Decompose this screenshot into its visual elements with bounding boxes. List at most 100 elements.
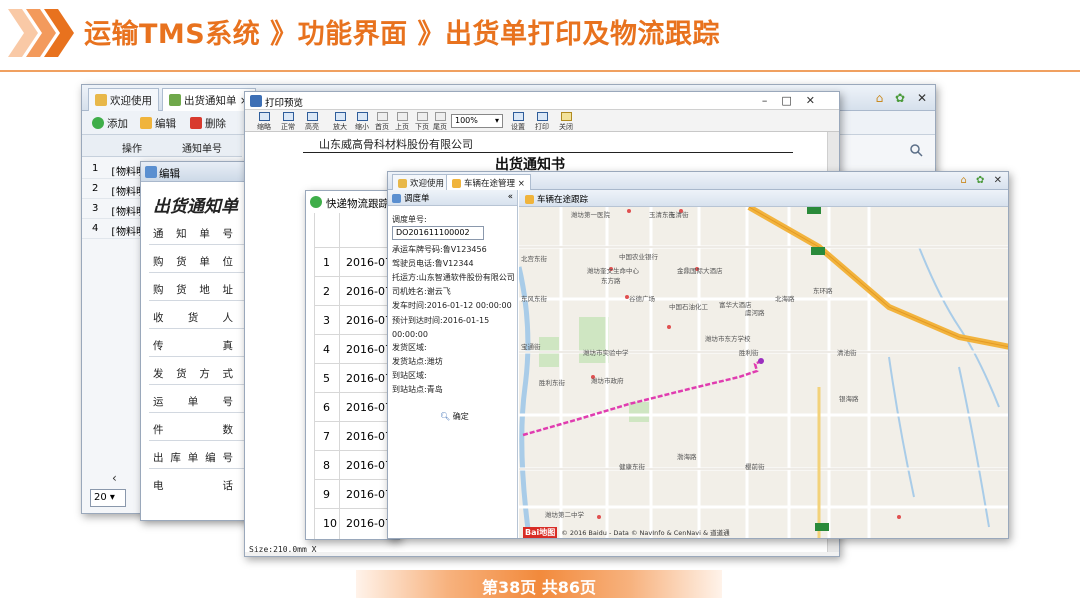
divider [303,152,793,153]
route-map[interactable]: 潍坊第一医院 玉清东街 北宫东街 潍坊奎文生命中心 中国农业银行 金鼎国际大酒店… [519,207,1008,538]
field-label: 件数 [153,424,233,436]
first-page-button[interactable]: 首页 [371,112,393,132]
search-icon[interactable] [909,143,925,157]
delete-button[interactable]: 删除 [190,116,226,131]
add-button[interactable]: 添加 [92,116,128,131]
home-icon[interactable]: ⌂ [876,91,884,105]
map-label: 樱前街 [745,463,765,471]
zoom-out-button[interactable]: 缩小 [351,112,373,132]
express-tracking-window: 快递物流跟踪 1 2016-07- 2 2016-07- 3 2016-07- 4 20… [305,190,400,540]
map-label: 金鼎国际大酒店 [677,267,723,275]
page-number: 第38页 共86页 [481,578,597,597]
map-label: 中国石油化工 [669,303,708,311]
road-shield-icon [807,207,821,214]
close-icon[interactable]: ✕ [917,91,927,105]
zoom-out-icon [356,112,368,121]
field-label: 出库单编号 [153,452,233,464]
map-label: 健康东街 [619,463,645,471]
field-label: 购货地址 [153,284,233,296]
highlight-button[interactable]: 高亮 [301,112,323,132]
vehicle-marker-icon [758,358,764,364]
divider [149,328,249,329]
tab-shipping-notice[interactable]: 出货通知单 × [162,88,256,111]
highlight-icon [306,112,318,121]
driver-phone: 驾驶员电话:鲁V12344 [392,259,474,268]
pencil-icon [140,117,152,129]
dispatch-number-input[interactable]: DO201611100002 [392,226,484,240]
zoom-in-button[interactable]: 放大 [329,112,351,132]
home-icon[interactable]: ⌂ [960,175,966,186]
search-icon: 🔍︎ [440,412,451,421]
maximize-icon[interactable]: □ [781,94,805,107]
add-icon [92,117,104,129]
prev-page-icon [396,112,408,121]
field-label: 电话 [153,480,233,492]
printer-icon [250,95,262,107]
confirm-button[interactable]: 🔍︎ 确定 [440,411,469,422]
window-controls: ⌂ ✿ ✕ [960,175,1002,186]
collapse-icon[interactable]: « [508,192,513,202]
road-shield-icon [811,247,825,255]
tab-vehicle-tracking[interactable]: 车辆在途管理 × [446,174,531,190]
map-label: 东风东街 [521,295,547,303]
settings-button[interactable]: 设置 [507,112,529,132]
road-shield-icon [815,523,829,531]
tab-welcome[interactable]: 欢迎使用 [88,88,159,111]
list-icon [392,194,401,203]
express-tracking-title: 快递物流跟踪 [306,191,399,213]
window-controls: –□✕ [762,94,829,107]
map-label: 谷德广场 [629,295,655,303]
column-header: 操作 [122,144,142,155]
map-panel-header: 车辆在途跟踪 [519,190,1008,207]
edit-icon [145,166,157,178]
close-icon[interactable]: ✕ [806,94,829,107]
gear-icon[interactable]: ✿ [895,91,905,105]
zoom-in-icon [334,112,346,121]
printer-icon [536,112,548,121]
minimize-icon[interactable]: – [762,94,782,107]
map-label: 胜利街 [739,349,759,357]
driver-name: 司机姓名:谢云飞 [392,287,451,296]
zoom-select[interactable]: 100% ▾ [451,114,503,128]
map-label: 清池街 [837,349,857,357]
divider [149,384,249,385]
to-station: 到站站点:青岛 [392,385,443,394]
normal-view-button[interactable]: 正常 [277,112,299,132]
map-copyright: Bai地图 © 2016 Baidu - Data © NavInfo & Cen… [523,527,730,538]
vehicle-plate: 承运车牌号码:鲁V123456 [392,245,487,254]
print-button[interactable]: 打印 [531,112,553,132]
divider [149,272,249,273]
map-label: 潍坊市政府 [591,377,624,385]
map-label: 渤海路 [677,453,697,461]
grid-header: 操作 通知单号 [82,135,242,157]
divider [149,468,249,469]
vehicle-tracking-window: 欢迎使用 车辆在途管理 × ⌂ ✿ ✕ 调度单 « 调度单号: DO2016111… [387,171,1009,539]
scroll-left-icon[interactable]: ‹ [112,471,117,485]
gear-icon[interactable]: ✿ [976,175,984,186]
map-label: 潍坊第二中学 [545,511,584,519]
page-icon [282,112,294,121]
close-icon[interactable]: ✕ [994,175,1002,186]
prev-page-button[interactable]: 上页 [391,112,413,132]
page-size-select[interactable]: 20 ▾ [90,489,126,507]
thumbnail-button[interactable]: 缩略 [253,112,275,132]
divider [149,440,249,441]
slide-title: 运输TMS系统 》功能界面 》出货单打印及物流跟踪 [84,19,721,50]
last-page-icon [434,112,446,121]
column-header: 通知单号 [182,144,222,155]
print-toolbar: 缩略 正常 高亮 放大 缩小 首页 上页 下页 尾页 100% ▾ 设置 打印 关… [245,110,839,132]
chevron-down-icon: ▾ [494,116,499,125]
print-preview-title: 打印预览 –□✕ [245,92,839,110]
map-label: 胜利东街 [539,379,565,387]
field-label: 传真 [153,340,233,352]
home-icon [95,94,107,106]
edit-button[interactable]: 编辑 [140,116,176,131]
arrival-time: 预计到达时间:2016-01-15 00:00:00 [392,316,490,339]
last-page-button[interactable]: 尾页 [429,112,451,132]
tab-welcome[interactable]: 欢迎使用 [392,174,451,190]
dispatch-panel-header: 调度单 « [388,190,517,206]
close-button[interactable]: 关闭 [555,112,577,132]
truck-icon [525,195,534,204]
exit-icon [560,112,572,121]
map-label: 宝通街 [521,343,541,351]
